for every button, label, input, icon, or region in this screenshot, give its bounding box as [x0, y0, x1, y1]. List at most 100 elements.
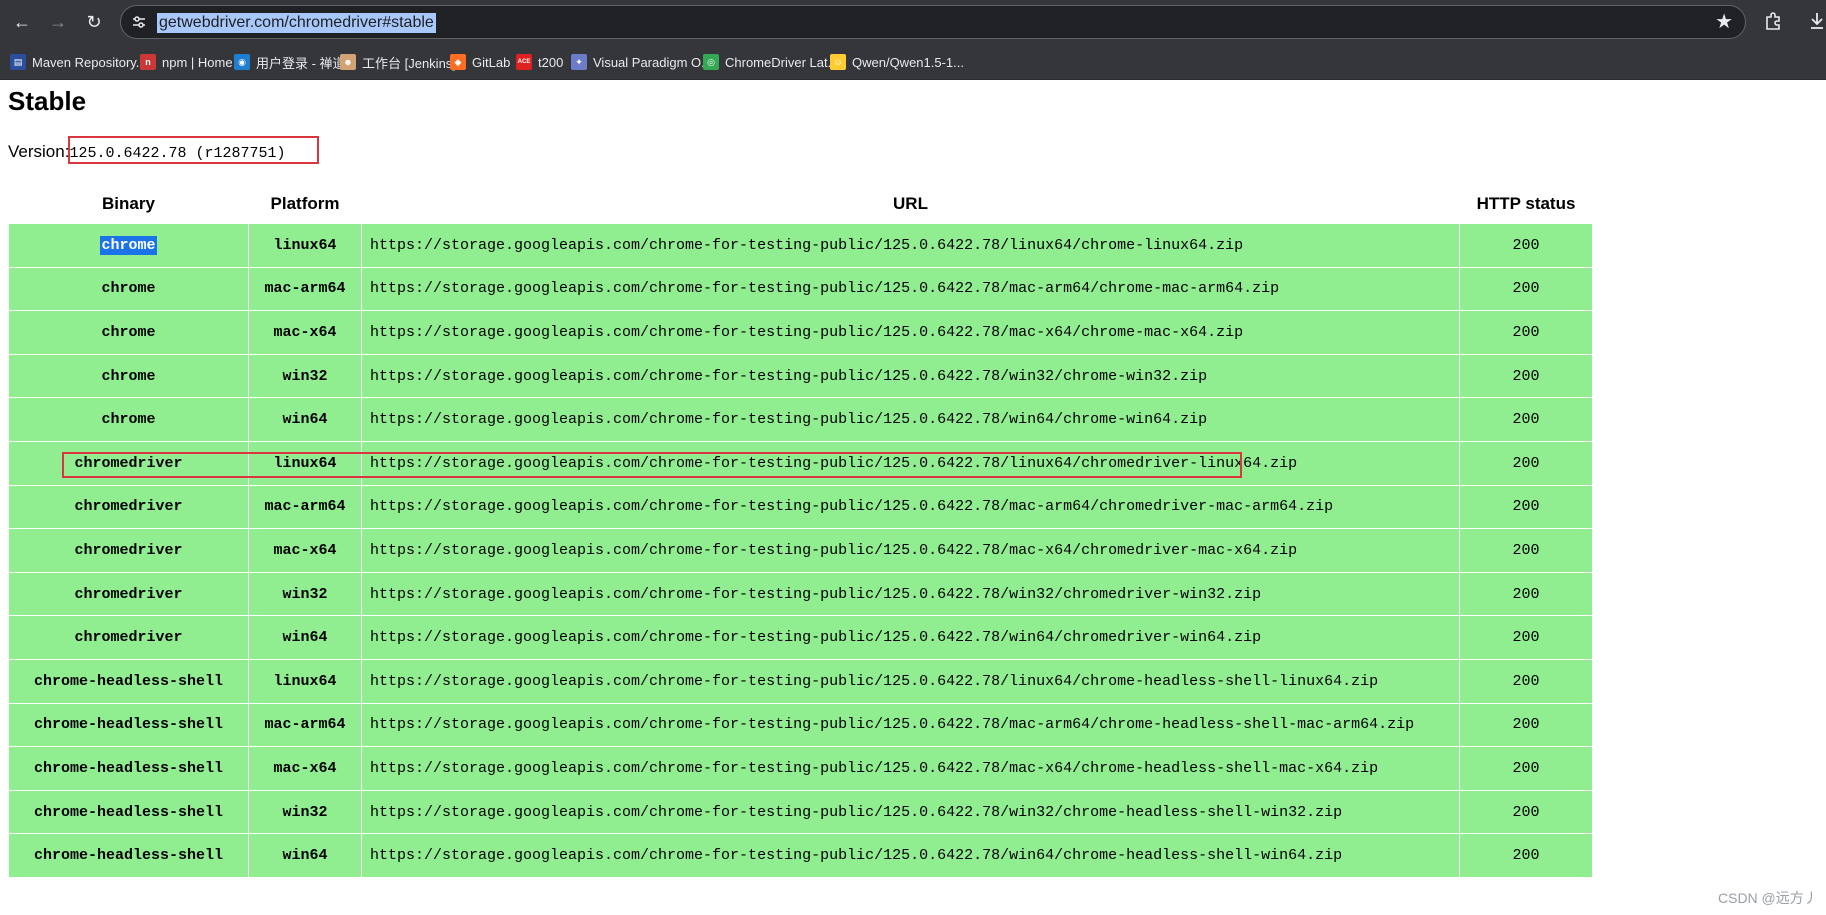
cell-platform: linux64	[249, 441, 361, 485]
cell-url[interactable]: https://storage.googleapis.com/chrome-fo…	[362, 834, 1459, 877]
table-row: chromedriver mac-arm64 https://storage.goo…	[9, 485, 1592, 529]
cell-platform: linux64	[249, 659, 361, 703]
version-label: Version:	[8, 142, 70, 161]
binary-text: chrome	[101, 280, 156, 298]
cell-http-status: 200	[1460, 485, 1592, 529]
cell-url[interactable]: https://storage.googleapis.com/chrome-fo…	[362, 224, 1459, 267]
cell-http-status: 200	[1460, 398, 1592, 441]
cell-http-status: 200	[1460, 572, 1592, 616]
cell-url[interactable]: https://storage.googleapis.com/chrome-fo…	[362, 747, 1459, 790]
cell-platform: linux64	[249, 224, 361, 267]
bookmark-item[interactable]: ◎ ChromeDriver Lat...	[703, 52, 838, 72]
cell-platform: mac-x64	[249, 311, 361, 354]
binary-text: chromedriver	[74, 498, 183, 516]
header-url: URL	[362, 184, 1459, 223]
cell-http-status: 200	[1460, 267, 1592, 311]
cell-binary: chromedriver	[9, 485, 248, 529]
header-binary: Binary	[9, 184, 248, 223]
cell-platform: mac-arm64	[249, 267, 361, 311]
url-text[interactable]: getwebdriver.com/chromedriver#stable	[157, 13, 436, 33]
cell-url[interactable]: https://storage.googleapis.com/chrome-fo…	[362, 311, 1459, 354]
cell-url[interactable]: https://storage.googleapis.com/chrome-fo…	[362, 485, 1459, 529]
cell-platform: mac-arm64	[249, 703, 361, 747]
cell-platform: mac-x64	[249, 529, 361, 572]
binary-text: chrome-headless-shell	[33, 803, 224, 821]
cell-binary: chromedriver	[9, 441, 248, 485]
cell-binary: chromedriver	[9, 572, 248, 616]
cell-url[interactable]: https://storage.googleapis.com/chrome-fo…	[362, 441, 1459, 485]
cell-http-status: 200	[1460, 311, 1592, 354]
table-row: chrome win32 https://storage.googleapis.co…	[9, 354, 1592, 398]
table-row: chrome-headless-shell win32 https://storag…	[9, 790, 1592, 834]
cell-binary: chrome	[9, 224, 248, 267]
cell-http-status: 200	[1460, 790, 1592, 834]
bookmark-item[interactable]: ▤ Maven Repository...	[10, 52, 147, 72]
table-row: chrome-headless-shell mac-arm64 https://st…	[9, 703, 1592, 747]
jenkins-icon: ☻	[340, 54, 356, 70]
npm-icon: n	[140, 54, 156, 70]
table-row: chromedriver win64 https://storage.googlea…	[9, 616, 1592, 659]
cell-url[interactable]: https://storage.googleapis.com/chrome-fo…	[362, 616, 1459, 659]
cell-binary: chrome-headless-shell	[9, 834, 248, 877]
cell-url[interactable]: https://storage.googleapis.com/chrome-fo…	[362, 354, 1459, 398]
bookmark-label: GitLab	[472, 54, 511, 70]
table-row: chrome-headless-shell mac-x64 https://stor…	[9, 747, 1592, 790]
cell-binary: chrome	[9, 398, 248, 441]
bookmark-item[interactable]: ☻ 工作台 [Jenkins]	[340, 52, 456, 72]
gitlab-icon: ◆	[450, 54, 466, 70]
bookmarks-bar: ▤ Maven Repository... n npm | Home ◉ 用户登录 - 禅…	[0, 43, 1826, 80]
bookmark-item[interactable]: n npm | Home	[140, 52, 233, 72]
cell-url[interactable]: https://storage.googleapis.com/chrome-fo…	[362, 572, 1459, 616]
cell-url[interactable]: https://storage.googleapis.com/chrome-fo…	[362, 529, 1459, 572]
cell-http-status: 200	[1460, 224, 1592, 267]
cell-platform: mac-x64	[249, 747, 361, 790]
header-http-status: HTTP status	[1460, 184, 1592, 223]
chrome-icon: ◎	[703, 54, 719, 70]
cell-platform: win32	[249, 790, 361, 834]
binary-text: chromedriver	[74, 541, 183, 559]
cell-url[interactable]: https://storage.googleapis.com/chrome-fo…	[362, 703, 1459, 747]
cell-binary: chrome	[9, 267, 248, 311]
cell-url[interactable]: https://storage.googleapis.com/chrome-fo…	[362, 659, 1459, 703]
visual-paradigm-icon: ✦	[571, 54, 587, 70]
version-annotation-box	[68, 136, 319, 164]
binary-text: chrome-headless-shell	[33, 847, 224, 865]
binary-text: chrome-headless-shell	[33, 716, 224, 734]
bookmark-label: Maven Repository...	[32, 54, 147, 70]
cell-binary: chrome	[9, 354, 248, 398]
site-settings-icon[interactable]	[131, 14, 147, 30]
table-row: chrome linux64 https://storage.googleapis.…	[9, 224, 1592, 267]
bookmark-item[interactable]: ◉ 用户登录 - 禅道	[234, 52, 346, 72]
table-header-row: Binary Platform URL HTTP status	[9, 184, 1592, 223]
reload-icon[interactable]: ↻	[82, 10, 106, 34]
bookmark-label: ChromeDriver Lat...	[725, 54, 839, 70]
cell-binary: chromedriver	[9, 616, 248, 659]
binary-text: chromedriver	[74, 454, 183, 472]
cell-url[interactable]: https://storage.googleapis.com/chrome-fo…	[362, 267, 1459, 311]
address-bar[interactable]: getwebdriver.com/chromedriver#stable ★	[120, 5, 1746, 39]
extensions-puzzle-icon[interactable]	[1762, 9, 1786, 33]
bookmark-label: t200	[538, 54, 564, 70]
bookmark-star-icon[interactable]: ★	[1715, 11, 1733, 33]
forward-arrow-icon[interactable]: →	[46, 10, 70, 34]
table-row: chrome win64 https://storage.googleapis.co…	[9, 398, 1592, 441]
bookmark-item[interactable]: ACE t200	[516, 52, 563, 72]
cell-binary: chromedriver	[9, 529, 248, 572]
bookmark-label: 用户登录 - 禅道	[256, 55, 346, 71]
bookmark-item[interactable]: ◆ GitLab	[450, 52, 510, 72]
downloads-table: Binary Platform URL HTTP status chrome li…	[8, 183, 1593, 878]
cell-platform: mac-arm64	[249, 485, 361, 529]
cell-url[interactable]: https://storage.googleapis.com/chrome-fo…	[362, 398, 1459, 441]
binary-text: chrome	[101, 323, 156, 341]
binary-text: chromedriver	[74, 585, 183, 603]
bookmark-label: npm | Home	[162, 54, 233, 70]
bookmark-label: Qwen/Qwen1.5-1...	[852, 54, 964, 70]
browser-toolbar: ← → ↻ getwebdriver.com/chromedriver#stab…	[0, 0, 1826, 43]
bookmark-item[interactable]: ☺ Qwen/Qwen1.5-1...	[830, 52, 964, 72]
download-icon[interactable]	[1808, 9, 1826, 33]
back-arrow-icon[interactable]: ←	[10, 10, 34, 34]
cell-url[interactable]: https://storage.googleapis.com/chrome-fo…	[362, 790, 1459, 834]
bookmark-item[interactable]: ✦ Visual Paradigm O...	[571, 52, 712, 72]
page-content: Stable Version:125.0.6422.78 (r1287751) …	[0, 80, 1826, 915]
cell-http-status: 200	[1460, 354, 1592, 398]
